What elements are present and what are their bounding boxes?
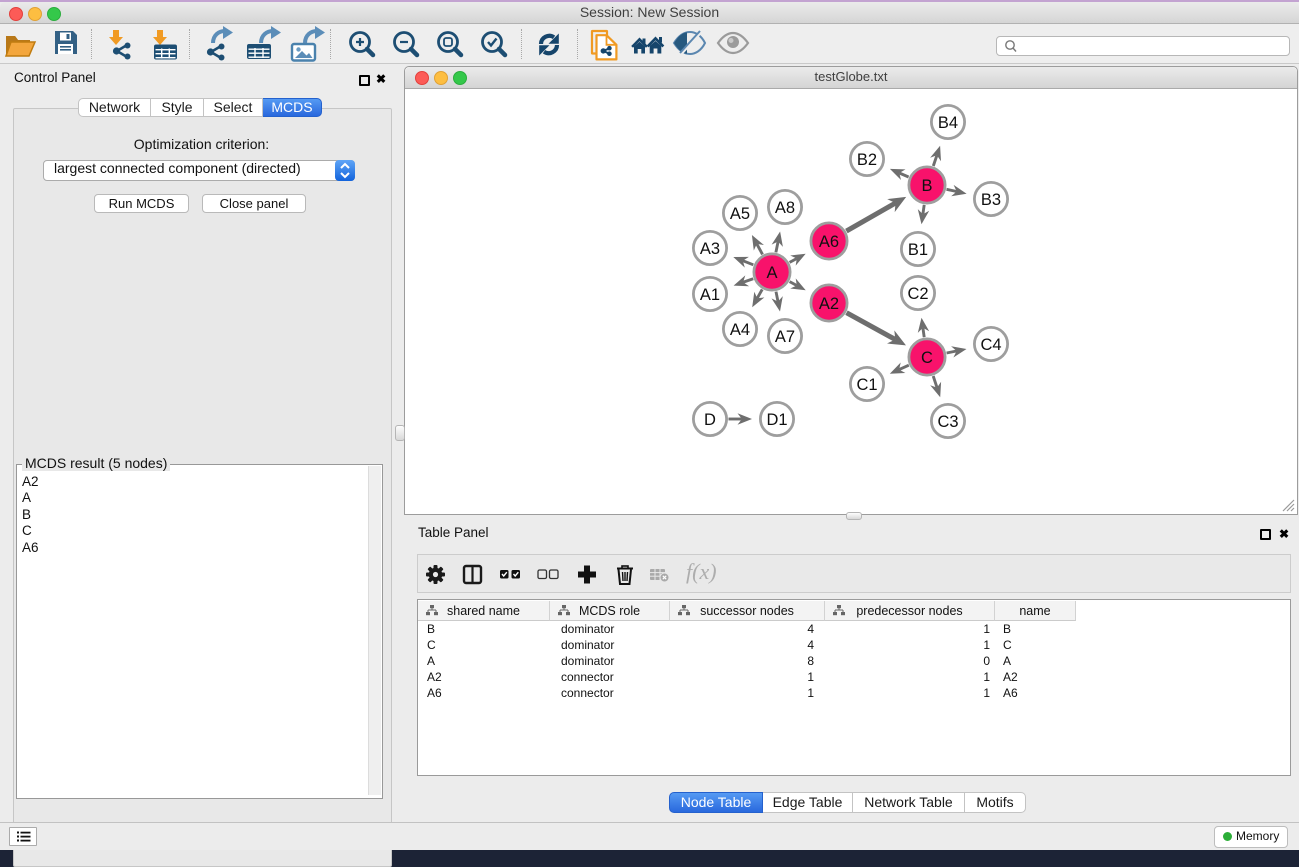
svg-text:A1: A1 (700, 286, 720, 304)
svg-text:A2: A2 (819, 295, 839, 313)
svg-text:B4: B4 (938, 114, 958, 132)
svg-text:C3: C3 (937, 413, 958, 431)
svg-text:A5: A5 (730, 205, 750, 223)
svg-text:B2: B2 (857, 151, 877, 169)
svg-text:A3: A3 (700, 240, 720, 258)
svg-text:C: C (921, 349, 933, 367)
svg-text:B: B (921, 177, 932, 195)
svg-text:D: D (704, 411, 716, 429)
svg-text:C4: C4 (980, 336, 1001, 354)
svg-text:D1: D1 (766, 411, 787, 429)
svg-text:A4: A4 (730, 321, 750, 339)
svg-text:A7: A7 (775, 328, 795, 346)
svg-text:B3: B3 (981, 191, 1001, 209)
svg-text:C1: C1 (856, 376, 877, 394)
svg-text:C2: C2 (907, 285, 928, 303)
svg-text:A: A (766, 264, 777, 282)
svg-text:A6: A6 (819, 233, 839, 251)
svg-text:A8: A8 (775, 199, 795, 217)
svg-text:B1: B1 (908, 241, 928, 259)
